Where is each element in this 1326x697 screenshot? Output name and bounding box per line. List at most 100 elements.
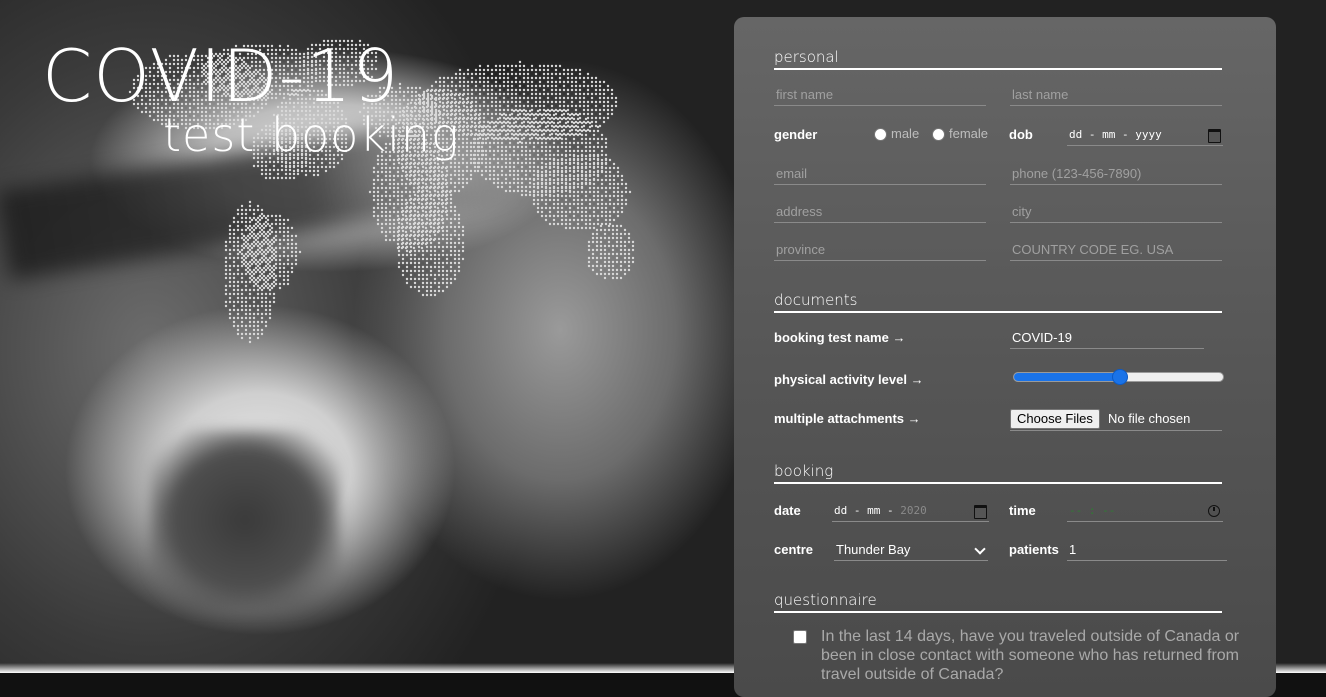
map-dot	[592, 145, 596, 149]
map-dot	[413, 241, 417, 245]
gender-female-option[interactable]: female	[932, 124, 988, 144]
map-dot	[240, 208, 244, 212]
map-dot	[413, 217, 417, 221]
map-dot	[264, 176, 268, 180]
email-input[interactable]	[776, 164, 986, 184]
map-dot	[425, 205, 429, 209]
email-field[interactable]	[774, 164, 986, 185]
map-dot	[478, 80, 482, 84]
map-dot	[409, 249, 413, 253]
map-dot	[564, 182, 568, 186]
map-dot	[266, 230, 270, 234]
map-dot	[592, 194, 596, 198]
country-field[interactable]	[1010, 240, 1222, 261]
map-dot	[508, 189, 512, 193]
calendar-icon[interactable]	[1208, 129, 1221, 143]
booking-time-input[interactable]: -- : --	[1067, 501, 1223, 522]
map-dot	[606, 112, 610, 116]
map-dot	[461, 137, 465, 141]
map-dot	[502, 64, 506, 68]
map-dot	[514, 64, 518, 68]
clock-icon[interactable]	[1208, 505, 1220, 517]
map-dot	[492, 153, 496, 157]
map-dot	[604, 210, 608, 214]
calendar-icon[interactable]	[974, 505, 987, 519]
map-dot	[588, 125, 592, 129]
map-dot	[624, 190, 628, 194]
map-dot	[288, 164, 292, 168]
map-dot	[462, 72, 466, 76]
map-dot	[244, 244, 248, 248]
choose-files-button[interactable]: Choose Files	[1010, 409, 1100, 429]
map-dot	[540, 129, 544, 133]
map-dot	[254, 238, 258, 242]
activity-slider[interactable]	[1013, 369, 1224, 385]
map-dot	[272, 292, 276, 296]
map-dot	[512, 173, 516, 177]
map-dot	[424, 166, 428, 170]
map-dot	[290, 234, 294, 238]
map-dot	[400, 190, 404, 194]
map-dot	[274, 218, 278, 222]
map-dot	[560, 166, 564, 170]
map-dot	[417, 173, 421, 177]
map-dot	[603, 244, 607, 248]
address-input[interactable]	[776, 202, 986, 222]
map-dot	[248, 236, 252, 240]
province-input[interactable]	[776, 240, 986, 260]
map-dot	[594, 92, 598, 96]
address-field[interactable]	[774, 202, 986, 223]
phone-input[interactable]	[1012, 164, 1222, 184]
country-input[interactable]	[1012, 240, 1222, 260]
map-dot	[384, 230, 388, 234]
map-dot	[262, 270, 266, 274]
map-dot	[268, 172, 272, 176]
dob-input[interactable]: dd - mm - yyyy	[1067, 125, 1223, 146]
gender-male-option[interactable]: male	[874, 124, 919, 144]
map-dot	[470, 124, 474, 128]
centre-select[interactable]: Thunder Bay	[834, 540, 988, 561]
first-name-input[interactable]	[776, 85, 986, 105]
city-input[interactable]	[1012, 202, 1222, 222]
map-dot	[401, 217, 405, 221]
map-dot	[248, 280, 252, 284]
map-dot	[496, 177, 500, 181]
map-dot	[494, 76, 498, 80]
map-dot	[445, 217, 449, 221]
map-dot	[584, 198, 588, 202]
map-dot	[256, 164, 260, 168]
map-dot	[421, 253, 425, 257]
map-dot	[524, 113, 528, 117]
map-dot	[457, 213, 461, 217]
map-dot	[615, 236, 619, 240]
booking-date-input[interactable]: dd - mm - 2020	[832, 501, 989, 522]
province-field[interactable]	[774, 240, 986, 261]
map-dot	[256, 304, 260, 308]
travel-checkbox[interactable]	[793, 630, 807, 644]
map-dot	[611, 260, 615, 264]
first-name-field[interactable]	[774, 85, 986, 106]
last-name-input[interactable]	[1012, 85, 1222, 105]
map-dot	[413, 285, 417, 289]
female-radio[interactable]	[932, 127, 945, 141]
map-dot	[540, 214, 544, 218]
map-dot	[421, 237, 425, 241]
map-dot	[603, 276, 607, 280]
last-name-field[interactable]	[1010, 85, 1222, 106]
phone-field[interactable]	[1010, 164, 1222, 185]
map-dot	[256, 264, 260, 268]
male-radio[interactable]	[874, 127, 887, 141]
map-dot	[572, 166, 576, 170]
map-dot	[437, 269, 441, 273]
map-dot	[254, 266, 258, 270]
map-dot	[538, 100, 542, 104]
test-name-field[interactable]: COVID-19	[1010, 328, 1204, 349]
map-dot	[405, 241, 409, 245]
patients-input[interactable]: 1	[1067, 540, 1227, 561]
map-dot	[536, 129, 540, 133]
activity-slider-thumb[interactable]	[1111, 369, 1128, 385]
city-field[interactable]	[1010, 202, 1222, 223]
map-dot	[376, 206, 380, 210]
map-dot	[401, 209, 405, 213]
map-dot	[282, 278, 286, 282]
